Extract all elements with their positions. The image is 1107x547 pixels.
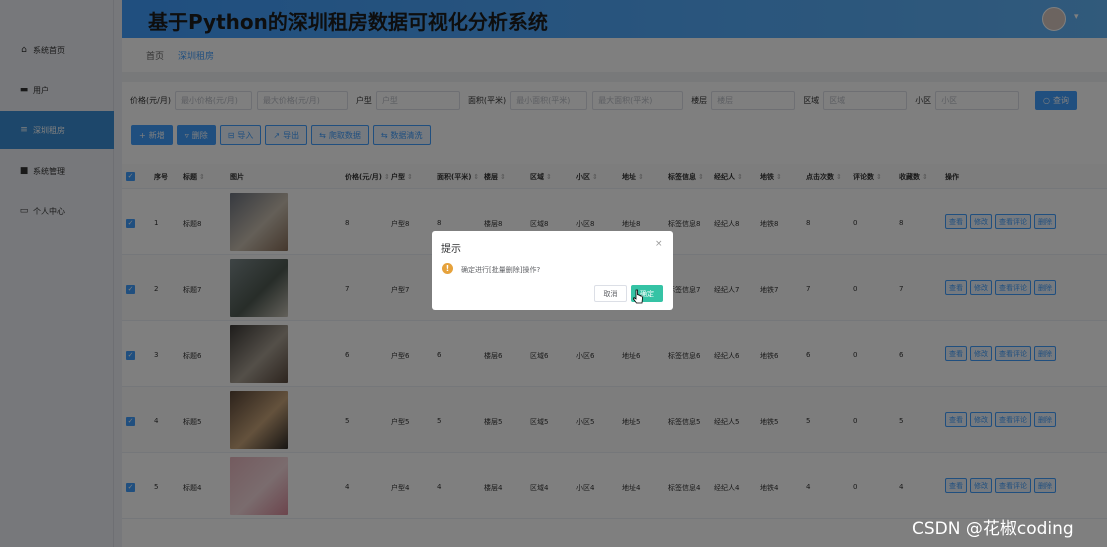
- dialog-message: 确定进行[批量删除]操作?: [461, 266, 541, 274]
- dialog-title: 提示: [441, 244, 461, 255]
- close-icon[interactable]: ×: [655, 239, 663, 249]
- cancel-button[interactable]: 取消: [594, 285, 627, 302]
- watermark: CSDN @花椒coding: [912, 519, 1074, 539]
- warning-icon: !: [442, 263, 453, 274]
- pointer-cursor-icon: [633, 289, 643, 304]
- app-window: ⌂ 系统首页 ▬ 用户 ≡ 深圳租房 ■ 系统管理 ▭ 个人中心 基于Pytho…: [0, 0, 1107, 547]
